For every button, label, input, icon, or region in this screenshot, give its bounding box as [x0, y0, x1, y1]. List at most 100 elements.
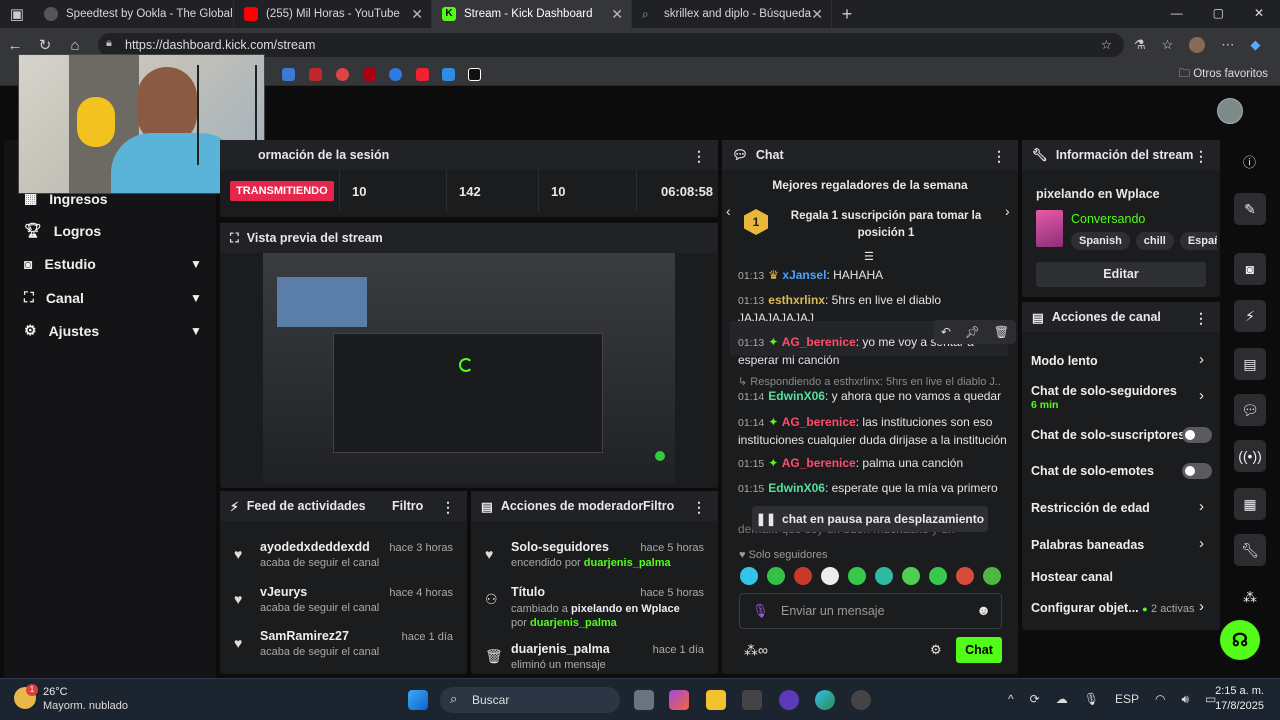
close-tab-icon[interactable]: ✕ [811, 6, 823, 23]
bookmark-icon[interactable] [389, 68, 402, 81]
gift-prompt[interactable]: Regala 1 suscripción para tomar la posic… [786, 208, 986, 242]
notes-icon[interactable]: ▤ [1234, 348, 1266, 380]
tab-search[interactable]: ⌕ skrillex and diplo - Búsqueda ✕ [632, 0, 832, 28]
emote-icon[interactable] [956, 567, 974, 585]
copilot-icon[interactable]: ◆ [1250, 37, 1260, 53]
file-explorer-icon[interactable] [706, 690, 726, 710]
favorite-star-icon[interactable]: ☆ [1101, 37, 1112, 52]
chat-username[interactable]: AG_berenice [782, 335, 856, 349]
wrench-icon[interactable]: 🔧︎ [1234, 534, 1266, 566]
dots-cluster-icon[interactable]: ⁂ [1234, 581, 1266, 613]
chevron-right-icon[interactable]: › [1005, 203, 1010, 219]
tag-chip[interactable]: chill [1135, 232, 1174, 250]
tab-youtube[interactable]: (255) Mil Horas - YouTube ✕ [234, 0, 432, 28]
chat-username[interactable]: esthxrlinx [768, 293, 825, 307]
task-view-icon[interactable] [634, 690, 654, 710]
bolt-icon[interactable]: ⚡︎ [1234, 300, 1266, 332]
edit-stream-button[interactable]: Editar [1036, 262, 1206, 287]
bookmark-icon[interactable] [309, 68, 322, 81]
more-options-icon[interactable]: ⋮ [692, 499, 706, 516]
stream-preview-video[interactable] [263, 253, 675, 485]
mod-user-link[interactable]: duarjenis_palma [530, 617, 617, 629]
wifi-icon[interactable]: ◠ [1155, 692, 1165, 707]
tab-speedtest[interactable]: Speedtest by Ookla - The Global [34, 0, 234, 28]
more-options-icon[interactable]: ⋮ [1194, 310, 1208, 327]
send-chat-button[interactable]: Chat [956, 637, 1002, 663]
user-avatar[interactable] [1217, 98, 1243, 124]
bookmark-icon[interactable] [416, 68, 429, 81]
category-name[interactable]: Conversando [1071, 212, 1145, 226]
emote-icon[interactable] [794, 567, 812, 585]
maximize-icon[interactable]: ▢ [1213, 6, 1224, 20]
chat-username[interactable]: EdwinX06 [768, 389, 825, 403]
emote-icon[interactable] [740, 567, 758, 585]
sidebar-item-canal[interactable]: ⛶ Canal ▼ [24, 289, 202, 306]
more-options-icon[interactable]: ⋮ [692, 148, 706, 165]
emote-icon[interactable] [983, 567, 1001, 585]
microphone-icon[interactable]: 🎙︎ [752, 603, 769, 619]
feed-user[interactable]: vJeurys [260, 585, 307, 599]
emotes-only-chat-row[interactable]: Chat de solo-emotes [1031, 464, 1154, 478]
emote-icon[interactable] [875, 567, 893, 585]
chat-bubble-icon[interactable]: 💬︎ [1234, 394, 1266, 426]
age-restriction-row[interactable]: Restricción de edad [1031, 501, 1150, 515]
close-window-icon[interactable]: ✕ [1254, 6, 1264, 20]
taskbar-search[interactable]: ⌕ Buscar [440, 687, 620, 713]
chat-username[interactable]: AG_berenice [782, 415, 856, 429]
chat-paused-banner[interactable]: ❚❚ chat en pausa para desplazamiento [752, 506, 988, 532]
microphone-icon[interactable]: 🎙︎ [1084, 692, 1099, 707]
edit-pencil-icon[interactable]: ✎ [1234, 193, 1266, 225]
mod-user-link[interactable]: duarjenis_palma [584, 557, 671, 569]
refresh-icon[interactable]: ↻ [30, 36, 60, 54]
emoji-icon[interactable]: ☻ [976, 602, 991, 618]
sync-icon[interactable]: ⟳ [1030, 692, 1040, 707]
chat-settings-gear-icon[interactable]: ⚙ [930, 642, 942, 658]
chat-username[interactable]: xJansel [782, 268, 826, 282]
copilot-app-icon[interactable] [669, 690, 689, 710]
emote-icon[interactable] [767, 567, 785, 585]
followers-only-chat-row[interactable]: Chat de solo-seguidores [1031, 384, 1177, 398]
support-headset-icon[interactable]: ☊ [1220, 620, 1260, 660]
pinned-collapse-icon[interactable]: ☰ [864, 250, 874, 263]
minimize-icon[interactable]: — [1171, 6, 1183, 20]
feed-user[interactable]: ayodedxdeddexdd [260, 540, 370, 554]
tag-chip[interactable]: Spanish [1071, 232, 1130, 250]
tab-actions-icon[interactable]: ▣ [0, 5, 34, 23]
more-options-icon[interactable]: ⋮ [441, 499, 455, 516]
sidebar-item-logros[interactable]: 🏆︎ Logros [24, 222, 101, 239]
sidebar-item-estudio[interactable]: ◙ Estudio ▼ [24, 256, 202, 272]
more-icon[interactable]: ⋯ [1221, 37, 1234, 53]
emotes-only-toggle[interactable] [1182, 463, 1212, 479]
tag-chip[interactable]: Españ [1179, 232, 1217, 250]
more-options-icon[interactable]: ⋮ [1194, 148, 1208, 165]
subs-only-chat-row[interactable]: Chat de solo-suscriptores [1031, 428, 1185, 442]
new-tab-icon[interactable]: + [832, 4, 862, 25]
bookmark-icon[interactable] [442, 68, 455, 81]
bookmark-icon[interactable] [363, 68, 376, 81]
pin-icon[interactable]: 📌︎ [965, 325, 980, 339]
favorites-icon[interactable]: ☆ [1162, 37, 1174, 53]
clock[interactable]: 2:15 a. m. 17/8/2025 [1215, 684, 1264, 714]
filter-button[interactable]: Filtro [643, 499, 674, 513]
chat-username[interactable]: AG_berenice [782, 456, 856, 470]
camera-capture-icon[interactable]: ◙ [1234, 253, 1266, 285]
home-icon[interactable]: ⌂ [60, 37, 90, 54]
bookmark-icon[interactable] [282, 68, 295, 81]
broadcast-icon[interactable]: ((•)) [1234, 440, 1266, 472]
delete-icon[interactable]: 🗑︎ [994, 325, 1009, 339]
banned-words-row[interactable]: Palabras baneadas [1031, 538, 1144, 552]
windows-start-icon[interactable] [408, 690, 428, 710]
subs-only-toggle[interactable] [1182, 427, 1212, 443]
slow-mode-row[interactable]: Modo lento [1031, 354, 1098, 368]
chat-username[interactable]: EdwinX06 [768, 481, 825, 495]
reply-icon[interactable]: ↶ [941, 325, 951, 339]
configure-goals-row[interactable]: Configurar objet... ● 2 activas [1031, 601, 1194, 615]
close-tab-icon[interactable]: ✕ [611, 6, 623, 23]
cloud-icon[interactable]: ☁ [1056, 692, 1068, 707]
emote-icon[interactable] [929, 567, 947, 585]
close-tab-icon[interactable]: ✕ [411, 6, 423, 23]
bookmark-icon[interactable] [336, 68, 349, 81]
obs-icon[interactable] [851, 690, 871, 710]
bookmark-icon[interactable] [468, 68, 481, 81]
app-icon[interactable] [779, 690, 799, 710]
